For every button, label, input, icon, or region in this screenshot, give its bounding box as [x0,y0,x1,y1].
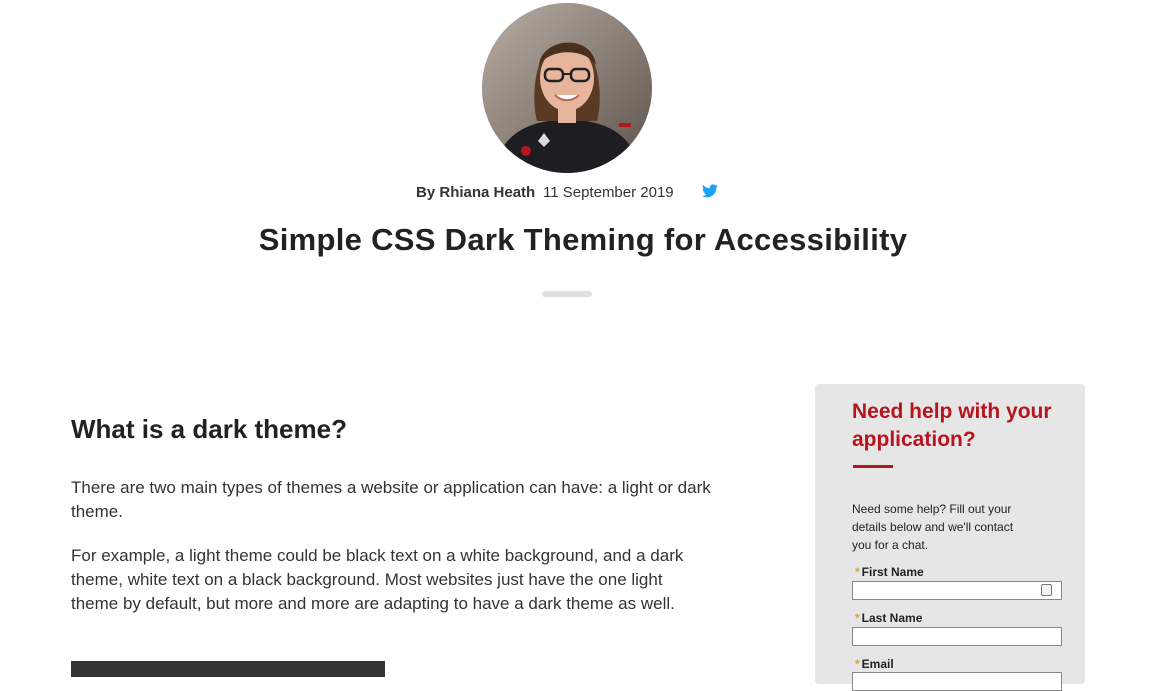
first-name-label-text: First Name [861,565,924,579]
author-avatar [482,3,652,173]
page-title: Simple CSS Dark Theming for Accessibilit… [258,222,908,257]
required-marker: * [855,565,860,579]
contact-card-icon[interactable] [1041,584,1052,596]
required-marker: * [855,657,860,671]
by-label: By [416,184,436,201]
article-image [71,661,385,677]
required-marker: * [855,611,860,625]
email-input[interactable] [852,672,1062,691]
heading-underline [853,465,893,468]
last-name-input[interactable] [852,627,1062,646]
first-name-input[interactable] [852,581,1062,600]
author-photo [482,3,652,173]
title-divider [542,291,592,297]
last-name-label-text: Last Name [861,611,923,625]
paragraph-example: For example, a light theme could be blac… [71,546,684,613]
paragraph-intro: There are two main types of themes a web… [71,478,711,521]
twitter-icon[interactable] [702,184,720,200]
author-name-link[interactable]: Rhiana Heath [439,184,535,201]
help-form-description: Need some help? Fill out your details be… [852,502,1014,552]
email-label: * Email [855,657,894,671]
byline-author: By Rhiana Heath [416,184,535,201]
help-form-heading: Need help with your application? [852,400,1052,451]
help-form-panel: Need help with your application? Need so… [815,384,1085,691]
article-body: What is a dark theme? There are two main… [71,410,721,677]
publish-date: 11 September 2019 [543,184,674,201]
last-name-label: * Last Name [855,611,922,625]
email-label-text: Email [861,657,894,671]
section-heading: What is a dark theme? [71,414,347,444]
first-name-label: * First Name [855,565,924,579]
article-byline: By Rhiana Heath 11 September 2019 [0,184,1166,206]
